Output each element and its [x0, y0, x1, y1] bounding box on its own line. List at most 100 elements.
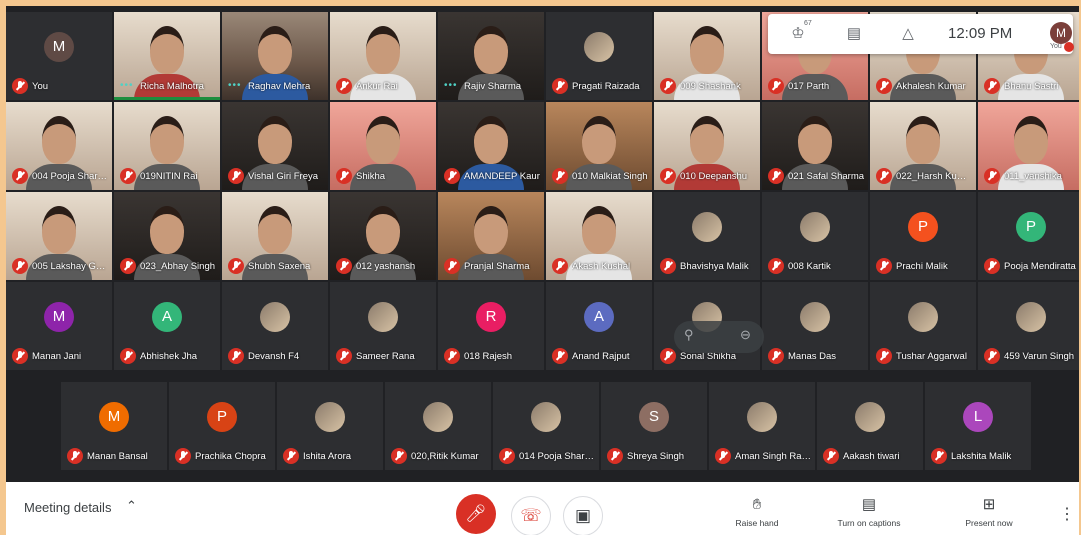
participant-tile[interactable]: Tushar Aggarwal [870, 282, 976, 370]
participant-tile[interactable]: S Shreya Singh [601, 382, 707, 470]
participant-name: Manan Bansal [87, 451, 148, 462]
participant-tile[interactable]: Pranjal Sharma [438, 192, 544, 280]
participant-tile[interactable]: AMANDEEP Kaur [438, 102, 544, 190]
camera-toggle-button[interactable]: ▣ [563, 496, 603, 535]
mic-muted-icon [444, 348, 460, 364]
people-icon[interactable]: ♔ [788, 24, 808, 44]
participant-tile[interactable]: 012 yashansh [330, 192, 436, 280]
video-person-head [582, 206, 616, 254]
participant-tile[interactable]: L Lakshita Malik [925, 382, 1031, 470]
participant-tile[interactable]: 022_Harsh Kumar [870, 102, 976, 190]
self-avatar[interactable]: M [1050, 22, 1072, 44]
participant-tile[interactable]: Akash Kushal [546, 192, 652, 280]
participant-tile[interactable]: P Prachi Malik [870, 192, 976, 280]
participant-name: 019NITIN Rai [140, 171, 198, 182]
participant-tile[interactable]: 014 Pooja Sharma [493, 382, 599, 470]
participant-name: Rajiv Sharma [464, 81, 522, 92]
participant-tile[interactable]: 010 Deepanshu [654, 102, 760, 190]
participant-tile[interactable]: 009 Shashank [654, 12, 760, 100]
mic-muted-icon [660, 168, 676, 184]
mic-muted-icon [552, 168, 568, 184]
mic-muted-icon [120, 348, 136, 364]
participant-tile[interactable]: ••• Raghav Mehra [222, 12, 328, 100]
close-icon[interactable] [1064, 42, 1074, 52]
participant-avatar [800, 302, 830, 332]
participant-avatar [423, 402, 453, 432]
participant-tile[interactable]: 010 Malkiat Singh [546, 102, 652, 190]
chat-icon[interactable]: ▤ [844, 24, 864, 44]
remove-icon[interactable]: ⊖ [740, 327, 751, 343]
participant-name: Ankur Rai [356, 81, 398, 92]
mic-toggle-button[interactable]: 🎤︎ [456, 494, 496, 534]
participant-tile[interactable]: 023_Abhay Singh [114, 192, 220, 280]
present-label: Present now [965, 518, 1013, 528]
participant-tile[interactable]: R 018 Rajesh [438, 282, 544, 370]
participant-tile[interactable]: P Prachika Chopra [169, 382, 275, 470]
participant-avatar [531, 402, 561, 432]
bottom-toolbar: Meeting details ⌃ 🎤︎ ☏ ▣ ✋︎ Raise hand ▤… [6, 482, 1079, 535]
participant-tile[interactable]: Vishal Giri Freya [222, 102, 328, 190]
participant-tile[interactable]: Bhavishya Malik [654, 192, 760, 280]
participant-name: Bhanu Sastri [1004, 81, 1059, 92]
participant-avatar: P [207, 402, 237, 432]
participant-tile[interactable]: Aman Singh Rawat [709, 382, 815, 470]
participant-avatar [315, 402, 345, 432]
captions-button[interactable]: ▤ Turn on captions [824, 496, 914, 528]
participant-tile[interactable]: Aakash tiwari [817, 382, 923, 470]
leave-call-button[interactable]: ☏ [511, 496, 551, 535]
participant-name: 014 Pooja Sharma [519, 451, 596, 462]
top-info-bar: ♔ 67 ▤ △ 12:09 PM M You [768, 14, 1074, 54]
participant-tile[interactable]: Manas Das [762, 282, 868, 370]
participant-tile[interactable]: A Abhishek Jha [114, 282, 220, 370]
participant-avatar [584, 32, 614, 62]
participant-tile[interactable]: 020,Ritik Kumar [385, 382, 491, 470]
participant-tile[interactable]: ••• Richa Malhotra [114, 12, 220, 100]
participant-tile[interactable]: M You [6, 12, 112, 100]
participant-avatar: M [44, 302, 74, 332]
participant-tile[interactable]: 019NITIN Rai [114, 102, 220, 190]
participant-tile[interactable]: M Manan Jani [6, 282, 112, 370]
chevron-up-icon[interactable]: ⌃ [126, 498, 137, 514]
speaking-indicator-icon: ••• [444, 80, 458, 91]
pin-icon[interactable]: ⚲ [684, 327, 694, 343]
video-person-head [42, 116, 76, 164]
participant-name: Abhishek Jha [140, 351, 198, 362]
participant-tile[interactable]: A Anand Rajput [546, 282, 652, 370]
mic-muted-icon [175, 448, 191, 464]
mic-muted-icon [120, 258, 136, 274]
participant-tile[interactable]: Ishita Arora [277, 382, 383, 470]
video-person-head [690, 26, 724, 74]
participant-tile[interactable]: Devansh F4 [222, 282, 328, 370]
participant-tile[interactable]: Shikha [330, 102, 436, 190]
participant-name: AMANDEEP Kaur [464, 171, 540, 182]
participant-tile[interactable]: 004 Pooja Sharma [6, 102, 112, 190]
participant-tile[interactable]: P Pooja Mendiratta [978, 192, 1079, 280]
participant-name: Ishita Arora [303, 451, 352, 462]
participant-tile[interactable]: Pragati Raizada [546, 12, 652, 100]
participant-tile[interactable]: Sameer Rana [330, 282, 436, 370]
tile-hover-controls[interactable]: ⚲ ⊖ [674, 321, 764, 353]
participant-name: You [32, 81, 49, 92]
participant-tile[interactable]: Ankur Rai [330, 12, 436, 100]
raise-hand-button[interactable]: ✋︎ Raise hand [712, 496, 802, 528]
participant-tile[interactable]: Shubh Saxena [222, 192, 328, 280]
more-options-icon[interactable]: ⋮ [1059, 504, 1075, 524]
participant-name: Shubh Saxena [248, 261, 311, 272]
participant-name: 018 Rajesh [464, 351, 513, 362]
participant-tile[interactable]: ••• Rajiv Sharma [438, 12, 544, 100]
participant-name: 009 Shashank [680, 81, 741, 92]
participant-name: Prachi Malik [896, 261, 948, 272]
participant-tile[interactable]: 008 Kartik [762, 192, 868, 280]
meeting-details-button[interactable]: Meeting details [24, 500, 111, 515]
activities-icon[interactable]: △ [898, 24, 918, 44]
mic-muted-icon [876, 348, 892, 364]
participant-tile[interactable]: 021 Safal Sharma [762, 102, 868, 190]
participant-tile[interactable]: 005 Lakshay Garg [6, 192, 112, 280]
participant-tile[interactable]: M Manan Bansal [61, 382, 167, 470]
mic-muted-icon [336, 78, 352, 94]
participant-tile[interactable]: 011_vanshika [978, 102, 1079, 190]
participant-name: Prachika Chopra [195, 451, 266, 462]
present-button[interactable]: ⊞ Present now [944, 496, 1034, 528]
participant-tile[interactable]: 459 Varun Singh [978, 282, 1079, 370]
mic-muted-icon [552, 348, 568, 364]
